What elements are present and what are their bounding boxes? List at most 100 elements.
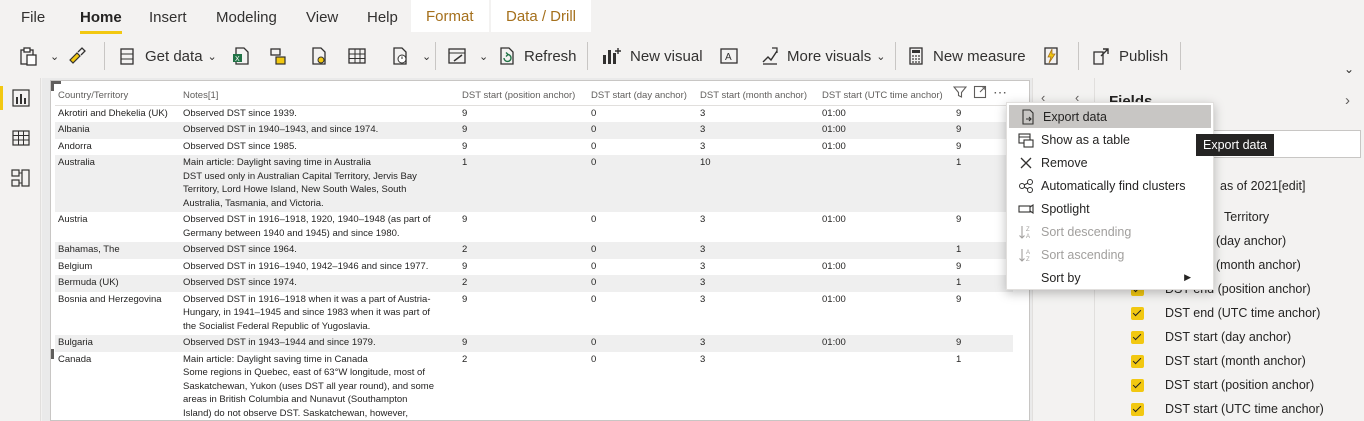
publish-button[interactable]: Publish (1092, 36, 1168, 76)
table-cell: Observed DST in 1916–1940, 1942–1946 and… (183, 260, 429, 272)
field-item[interactable]: DST start (position anchor) (1131, 374, 1314, 396)
menu-sort-ascending[interactable]: AZ Sort ascending (1007, 243, 1213, 266)
recent-sources-button[interactable]: ⌄ (390, 36, 431, 76)
table-cell: Observed DST since 1939. (183, 107, 297, 119)
filter-icon[interactable] (953, 85, 967, 99)
table-cell: 3 (697, 122, 819, 139)
publish-icon (1093, 48, 1109, 65)
focus-mode-icon[interactable] (973, 85, 987, 99)
excel-button[interactable]: X (231, 36, 258, 76)
table-cell: 9 (953, 335, 1013, 352)
table-row[interactable]: Austria Observed DST in 1916–1918, 1920, … (55, 212, 1013, 242)
more-options-icon[interactable]: ⋯ (993, 84, 1008, 101)
chevron-right-icon[interactable]: › (1345, 92, 1350, 109)
field-item[interactable]: DST start (day anchor) (1131, 326, 1291, 348)
table-visual[interactable]: Country/Territory Notes[1] DST start (po… (50, 80, 1030, 421)
get-data-label: Get data (145, 47, 203, 65)
sort-ascending-icon: AZ (1015, 246, 1037, 264)
context-menu: Export data Show as a table Remove Autom… (1006, 102, 1214, 290)
table-cell (819, 155, 953, 212)
visuals-icon (762, 47, 778, 65)
menu-format[interactable]: Format (411, 0, 489, 32)
column-header[interactable]: DST start (UTC time anchor) (819, 86, 953, 106)
menu-remove[interactable]: Remove (1007, 151, 1213, 174)
menu-home[interactable]: Home (80, 0, 122, 36)
checkbox-checked[interactable] (1131, 306, 1144, 320)
column-header[interactable]: Country/Territory (55, 86, 180, 106)
menu-sort-descending[interactable]: ZA Sort descending (1007, 220, 1213, 243)
enter-data-button[interactable] (347, 36, 374, 76)
table-cell: 0 (588, 275, 697, 292)
table-row[interactable]: Bosnia and Herzegovina Observed DST in 19… (55, 292, 1013, 336)
checkbox-checked[interactable] (1131, 354, 1144, 368)
new-visual-button[interactable]: New visual (601, 36, 703, 76)
field-item[interactable]: DST start (UTC time anchor) (1131, 398, 1324, 420)
column-header[interactable]: DST start (position anchor) (459, 86, 588, 106)
menu-insert[interactable]: Insert (149, 0, 187, 36)
new-measure-button[interactable]: New measure (906, 36, 1026, 76)
spotlight-icon (1015, 200, 1037, 218)
table-row[interactable]: Albania Observed DST in 1940–1943, and si… (55, 122, 1013, 139)
table-row[interactable]: Belgium Observed DST in 1916–1940, 1942–1… (55, 259, 1013, 276)
table-icon (348, 48, 366, 64)
column-header[interactable]: DST start (month anchor) (697, 86, 819, 106)
table-cell: 9 (462, 140, 468, 152)
checkbox-checked[interactable] (1131, 402, 1144, 416)
visual-header: ⋯ (950, 82, 1008, 102)
text-box-button[interactable]: A (719, 36, 746, 76)
menu-sort-by[interactable]: Sort by ▶ (1007, 266, 1213, 289)
field-table-name[interactable]: as of 2021[edit] (1220, 179, 1305, 193)
view-switcher (0, 78, 41, 421)
table-cell: 9 (953, 122, 1013, 139)
svg-text:A: A (1026, 250, 1030, 256)
paste-button[interactable]: ⌄ (18, 36, 59, 76)
chevron-down-icon: ⌄ (50, 50, 60, 63)
quick-measure-button[interactable] (1041, 36, 1068, 76)
menu-view[interactable]: View (306, 0, 338, 36)
data-view-icon[interactable] (11, 128, 31, 148)
table-row[interactable]: Canada Main article: Daylight saving time… (55, 352, 1013, 421)
table-cell: Albania (55, 122, 180, 139)
table-row[interactable]: Australia Main article: Daylight saving t… (55, 155, 1013, 212)
sql-button[interactable] (309, 36, 336, 76)
menu-spotlight[interactable]: Spotlight (1007, 197, 1213, 220)
transform-data-button[interactable]: ⌄ (447, 36, 488, 76)
menu-data-drill[interactable]: Data / Drill (491, 0, 592, 32)
table-row[interactable]: Bermuda (UK) Observed DST since 1974. 2 0 3 1 (55, 275, 1013, 292)
report-view-icon[interactable] (11, 88, 31, 108)
table-row[interactable]: Bahamas, The Observed DST since 1964. 2 0 3 1 (55, 242, 1013, 259)
menu-show-as-table[interactable]: Show as a table (1007, 128, 1213, 151)
table-cell: 1 (953, 242, 1013, 259)
menu-modeling[interactable]: Modeling (216, 0, 277, 36)
table-cell: Bulgaria (55, 335, 180, 352)
model-view-icon[interactable] (11, 168, 31, 188)
table-cell: 3 (697, 242, 819, 259)
sort-descending-icon: ZA (1015, 223, 1037, 241)
column-header[interactable]: Notes[1] (180, 86, 459, 106)
table-row[interactable]: Akrotiri and Dhekelia (UK) Observed DST s… (55, 105, 1013, 122)
column-header[interactable]: DST start (day anchor) (588, 86, 697, 106)
field-item[interactable]: DST end (UTC time anchor) (1131, 302, 1320, 324)
table-cell: 9 (459, 335, 588, 352)
table-cell: 3 (697, 275, 819, 292)
clock-icon (393, 47, 407, 65)
table-cell: 10 (697, 155, 819, 212)
refresh-button[interactable]: Refresh (497, 36, 577, 76)
checkbox-checked[interactable] (1131, 330, 1144, 344)
collapse-ribbon-icon[interactable]: ⌄ (1344, 62, 1354, 76)
get-data-button[interactable]: Get data ⌄ (118, 36, 217, 76)
menu-find-clusters[interactable]: Automatically find clusters (1007, 174, 1213, 197)
table-row[interactable]: Andorra Observed DST since 1985. 9 0 3 01:00 9 (55, 139, 1013, 156)
format-painter-button[interactable] (67, 36, 94, 76)
menu-export-data[interactable]: Export data (1009, 105, 1211, 128)
field-item[interactable]: DST start (month anchor) (1131, 350, 1306, 372)
table-cell: 0 (588, 242, 697, 259)
table-cell: 2 (459, 275, 588, 292)
checkbox-checked[interactable] (1131, 378, 1144, 392)
menu-file[interactable]: File (21, 0, 45, 36)
table-row[interactable]: Bulgaria Observed DST in 1943–1944 and si… (55, 335, 1013, 352)
more-visuals-button[interactable]: More visuals ⌄ (760, 36, 885, 76)
dataflows-button[interactable] (268, 36, 295, 76)
table-cell: Bermuda (UK) (55, 275, 180, 292)
menu-help[interactable]: Help (367, 0, 398, 36)
